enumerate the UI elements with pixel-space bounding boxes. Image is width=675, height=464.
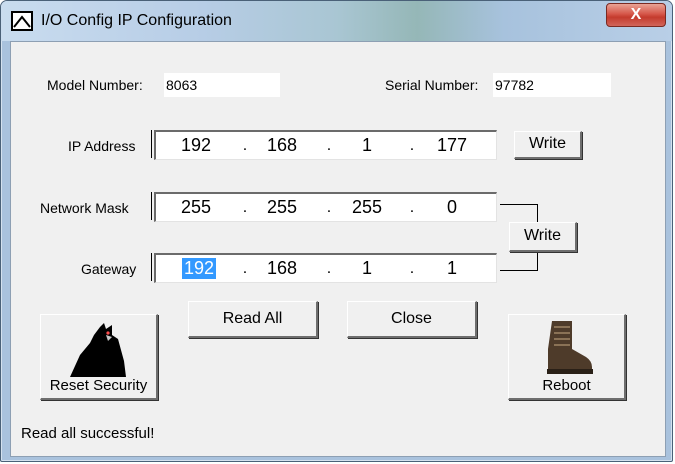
gateway-dot: . <box>242 260 248 277</box>
ip-label-divider <box>151 130 152 158</box>
mask-octet-3[interactable]: 255 <box>347 197 387 218</box>
ip-octet-2[interactable]: 168 <box>262 135 302 156</box>
mask-octet-2[interactable]: 255 <box>262 197 302 218</box>
gateway-octet-3[interactable]: 1 <box>347 258 387 279</box>
mask-octet-1[interactable]: 255 <box>176 197 216 218</box>
read-all-button[interactable]: Read All <box>188 301 318 338</box>
gateway-octet-1[interactable]: 192 <box>182 258 216 279</box>
cat-icon <box>70 323 126 377</box>
network-mask-field[interactable]: 255 . 255 . 255 . 0 <box>154 192 497 222</box>
serial-number-value: 97782 <box>493 73 611 97</box>
ip-dot: . <box>242 137 248 154</box>
ip-octet-3[interactable]: 1 <box>347 135 387 156</box>
reset-security-button[interactable]: Reset Security <box>40 314 158 400</box>
ip-octet-1[interactable]: 192 <box>176 135 216 156</box>
title-bar[interactable]: I/O Config IP Configuration X <box>1 1 672 41</box>
model-number-label: Model Number: <box>47 77 143 93</box>
boot-icon <box>547 321 593 374</box>
ip-address-label: IP Address <box>68 138 136 154</box>
reset-security-label: Reset Security <box>49 377 148 394</box>
ip-address-field[interactable]: 192 . 168 . 1 . 177 <box>154 130 497 160</box>
mask-dot: . <box>326 199 332 216</box>
mask-label-divider <box>151 192 152 220</box>
dialog-window: I/O Config IP Configuration X Model Numb… <box>0 0 673 462</box>
ip-dot: . <box>326 137 332 154</box>
window-icon <box>11 11 33 31</box>
close-window-button[interactable]: X <box>606 3 666 27</box>
write-network-button[interactable]: Write <box>509 222 577 252</box>
mask-dot: . <box>409 199 415 216</box>
model-number-value: 8063 <box>164 73 280 97</box>
reboot-label: Reboot <box>542 377 591 394</box>
gateway-dot: . <box>409 260 415 277</box>
dialog-client-area: Model Number: 8063 Serial Number: 97782 … <box>10 41 666 457</box>
gateway-octet-2[interactable]: 168 <box>262 258 302 279</box>
mask-octet-4[interactable]: 0 <box>432 197 472 218</box>
ip-octet-4[interactable]: 177 <box>432 135 472 156</box>
mask-dot: . <box>242 199 248 216</box>
network-mask-label: Network Mask <box>40 200 129 216</box>
window-title: I/O Config IP Configuration <box>41 12 232 29</box>
gateway-field[interactable]: 192 . 168 . 1 . 1 <box>154 253 497 283</box>
serial-number-label: Serial Number: <box>385 77 479 93</box>
ip-dot: . <box>409 137 415 154</box>
gateway-dot: . <box>326 260 332 277</box>
close-button[interactable]: Close <box>347 301 477 338</box>
reboot-button[interactable]: Reboot <box>508 314 626 400</box>
status-message: Read all successful! <box>21 425 155 442</box>
gateway-label: Gateway <box>81 261 137 277</box>
gateway-octet-4[interactable]: 1 <box>432 258 472 279</box>
write-ip-button[interactable]: Write <box>514 131 582 159</box>
gateway-label-divider <box>151 253 152 281</box>
